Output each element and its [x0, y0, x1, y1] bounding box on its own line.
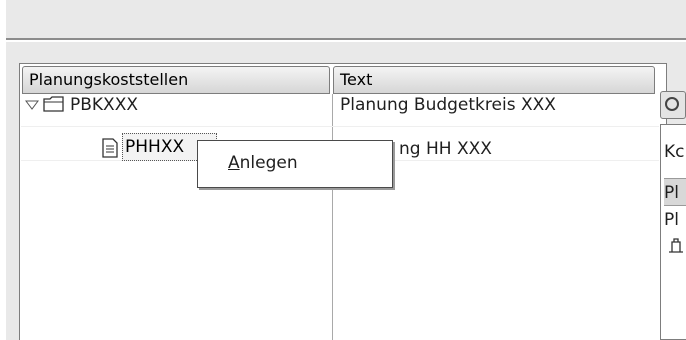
tree-node-text: Planung Budgetkreis XXX: [340, 95, 556, 115]
column-header-planungskoststellen[interactable]: Planungskoststellen: [22, 66, 330, 94]
column-header-text[interactable]: Text: [333, 66, 655, 94]
context-menu-item-anlegen[interactable]: Anlegen: [228, 152, 298, 174]
mnemonic-letter: A: [228, 153, 240, 173]
refresh-icon: [665, 97, 679, 111]
menu-item-label: nlegen: [239, 153, 298, 173]
structure-icon: [669, 238, 683, 253]
list-item[interactable]: Kc: [664, 138, 686, 166]
top-toolbar-area: [6, 0, 686, 40]
context-menu: Anlegen: [197, 140, 393, 188]
tree-node-text: ng HH XXX: [399, 139, 492, 159]
tree-node-pbkxxx[interactable]: PBKXXX: [70, 94, 138, 116]
refresh-button[interactable]: [660, 91, 686, 119]
column-separator: [332, 94, 333, 340]
row-separator: [21, 126, 659, 127]
list-item[interactable]: Pl: [664, 206, 686, 234]
expand-triangle-icon[interactable]: [25, 98, 39, 112]
document-icon: [102, 138, 118, 158]
folder-icon: [43, 96, 64, 112]
list-item[interactable]: Pl: [664, 178, 686, 206]
